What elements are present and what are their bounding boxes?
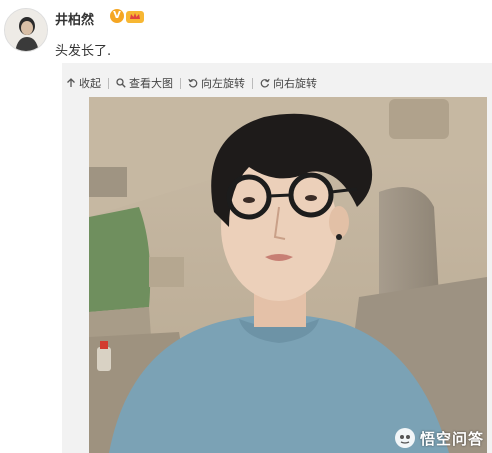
rotate-right-label: 向右旋转 [273, 77, 317, 90]
avatar-portrait [5, 9, 47, 51]
toolbar-divider [108, 77, 109, 89]
post-text: 头发长了. [55, 44, 112, 59]
arrow-up-icon [67, 78, 75, 87]
rotate-right-icon [260, 78, 270, 88]
photo-content [89, 97, 487, 453]
verified-badge-icon: V [110, 9, 124, 23]
rotate-left-button[interactable]: 向左旋转 [188, 75, 245, 91]
watermark-text: 悟空问答 [420, 429, 485, 448]
collapse-label: 收起 [79, 77, 101, 90]
rotate-left-icon [188, 78, 198, 88]
watermark: 悟空问答 [394, 426, 484, 450]
vip-crown-icon [126, 11, 144, 23]
rotate-right-button[interactable]: 向右旋转 [260, 75, 317, 91]
user-avatar[interactable] [4, 8, 48, 52]
post-photo[interactable] [89, 97, 487, 453]
wukong-logo-icon [395, 428, 415, 448]
image-toolbar: 收起 查看大图 向左旋转 向右旋转 [66, 74, 324, 92]
magnifier-icon [116, 78, 126, 88]
rotate-left-label: 向左旋转 [201, 77, 245, 90]
toolbar-divider [180, 77, 181, 89]
toolbar-divider [252, 77, 253, 89]
collapse-button[interactable]: 收起 [66, 75, 101, 91]
username[interactable]: 井柏然 [55, 9, 94, 28]
view-large-button[interactable]: 查看大图 [116, 75, 173, 91]
view-large-label: 查看大图 [129, 77, 173, 90]
